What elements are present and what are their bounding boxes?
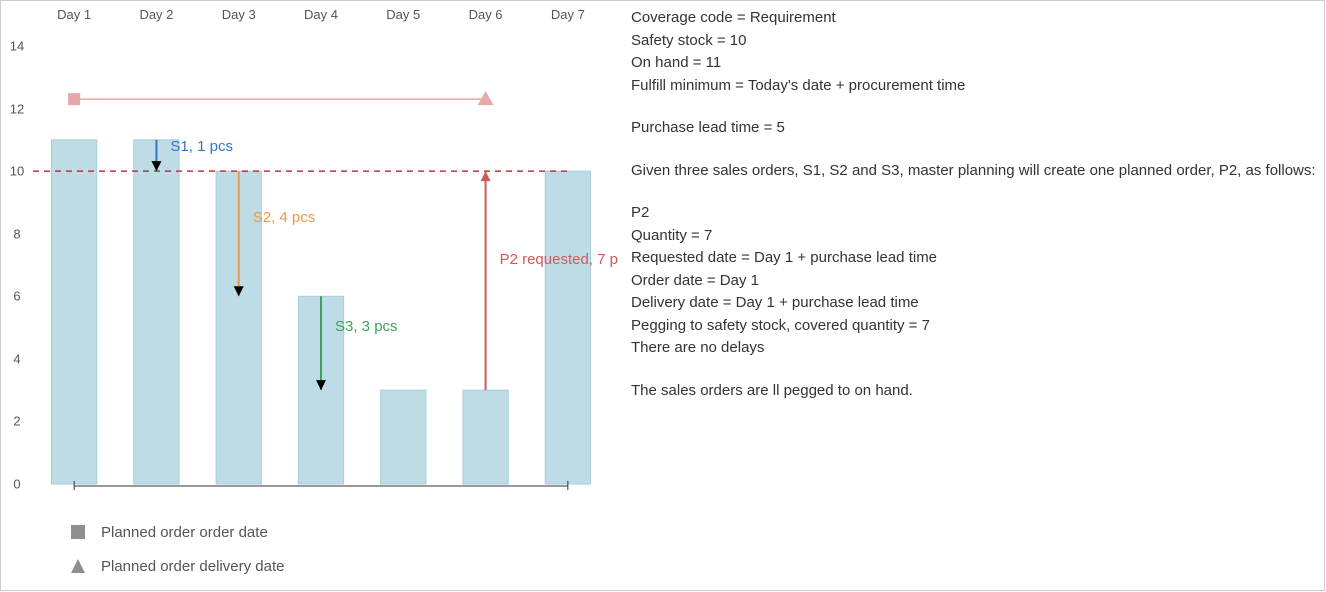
- triangle-icon: [478, 91, 494, 105]
- legend-label: Planned order delivery date: [101, 559, 284, 574]
- legend-delivery-date: Planned order delivery date: [69, 557, 284, 575]
- desc-safety-stock: Safety stock = 10: [631, 30, 1321, 53]
- desc-coverage: Coverage code = Requirement: [631, 7, 1321, 30]
- description-panel: Coverage code = Requirement Safety stock…: [631, 7, 1321, 402]
- y-label-12: 12: [10, 101, 24, 116]
- desc-intro: Given three sales orders, S1, S2 and S3,…: [631, 160, 1321, 183]
- desc-lead-time: Purchase lead time = 5: [631, 117, 1321, 140]
- y-label-10: 10: [10, 164, 24, 179]
- annotation-S3: S3, 3 pcs: [335, 318, 398, 335]
- y-label-2: 2: [13, 414, 20, 429]
- desc-on-hand: On hand = 11: [631, 52, 1321, 75]
- desc-p2-pegging: Pegging to safety stock, covered quantit…: [631, 315, 1321, 338]
- y-label-8: 8: [13, 226, 20, 241]
- y-label-6: 6: [13, 289, 20, 304]
- y-label-14: 14: [10, 39, 24, 54]
- arrowhead-P2: [481, 171, 491, 181]
- legend-label: Planned order order date: [101, 525, 268, 540]
- x-label-day-1: Day 1: [57, 7, 91, 22]
- x-label-day-5: Day 5: [386, 7, 420, 22]
- square-icon: [68, 93, 80, 105]
- annotation-S2: S2, 4 pcs: [253, 209, 316, 226]
- desc-p2-nodelays: There are no delays: [631, 337, 1321, 360]
- x-label-day-2: Day 2: [139, 7, 173, 22]
- desc-p2-orderdate: Order date = Day 1: [631, 270, 1321, 293]
- x-axis-labels: Day 1 Day 2 Day 3 Day 4 Day 5 Day 6 Day 7: [33, 7, 609, 27]
- x-label-day-7: Day 7: [551, 7, 585, 22]
- desc-p2-quantity: Quantity = 7: [631, 225, 1321, 248]
- y-label-4: 4: [13, 351, 20, 366]
- bar-day-7: [545, 171, 590, 484]
- desc-p2-header: P2: [631, 202, 1321, 225]
- diagram-frame: Day 1 Day 2 Day 3 Day 4 Day 5 Day 6 Day 7 0 2 4 6…: [0, 0, 1325, 591]
- x-label-day-4: Day 4: [304, 7, 338, 22]
- desc-pegging-note: The sales orders are ll pegged to on han…: [631, 380, 1321, 403]
- annotation-S1: S1, 1 pcs: [170, 138, 233, 155]
- legend: Planned order order date Planned order d…: [69, 523, 284, 591]
- desc-fulfill-min: Fulfill minimum = Today's date + procure…: [631, 75, 1321, 98]
- bar-day-5: [381, 390, 426, 484]
- square-icon: [69, 523, 87, 541]
- bar-day-1: [52, 140, 97, 484]
- triangle-icon: [69, 557, 87, 575]
- annotation-P2: P2 requested, 7 p: [500, 251, 618, 268]
- bar-day-6: [463, 390, 508, 484]
- inventory-chart: 02468101214 S1, 1 pcsS2, 4 pcsS3, 3 pcsP…: [33, 46, 609, 484]
- y-label-0: 0: [13, 477, 20, 492]
- x-label-day-6: Day 6: [469, 7, 503, 22]
- x-label-day-3: Day 3: [222, 7, 256, 22]
- desc-p2-delivery: Delivery date = Day 1 + purchase lead ti…: [631, 292, 1321, 315]
- bar-day-2: [134, 140, 179, 484]
- desc-p2-requested: Requested date = Day 1 + purchase lead t…: [631, 247, 1321, 270]
- legend-order-date: Planned order order date: [69, 523, 284, 541]
